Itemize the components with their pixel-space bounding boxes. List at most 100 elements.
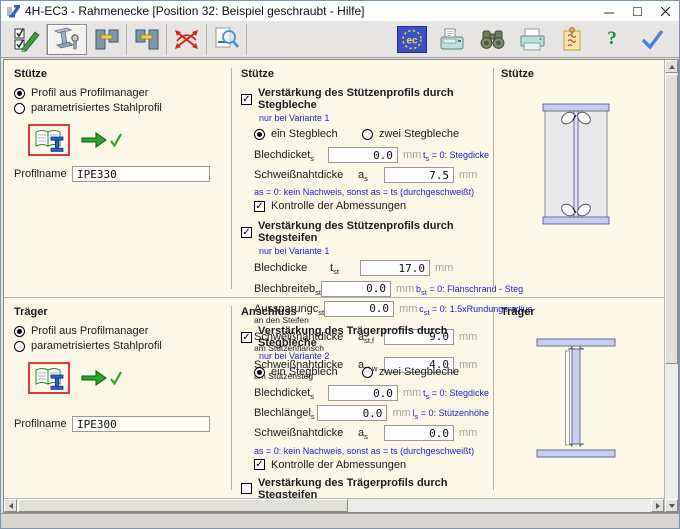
radio-icon[interactable]	[254, 367, 265, 378]
checkbox-label: Kontrolle der Abmessungen	[271, 200, 406, 212]
vertical-scrollbar[interactable]	[664, 60, 678, 512]
help-question-icon: ?	[607, 28, 617, 50]
divider	[231, 68, 232, 289]
profilmanager-button[interactable]	[28, 124, 70, 156]
horizontal-scrollbar[interactable]	[4, 498, 664, 512]
help-button[interactable]: ?	[597, 25, 627, 53]
checkbox-stegsteifen[interactable]: ✓ Verstärkung des Stützenprofils durch S…	[241, 220, 489, 244]
radio-ein-stegblech[interactable]: ein Stegblech	[254, 128, 362, 140]
scroll-right-button[interactable]	[651, 499, 664, 512]
checkbox-stegsteifen[interactable]: Verstärkung des Trägerprofils durch Steg…	[241, 477, 489, 498]
field-label: Blechbreite	[254, 281, 309, 295]
field-row-blechbreite: Blechbreite bst mm bst = 0: Flanschrand …	[254, 281, 489, 297]
checkbox-kontrolle[interactable]: ✓ Kontrolle der Abmessungen	[254, 459, 489, 471]
radio-zwei-stegbleche[interactable]: zwei Stegbleche	[362, 366, 459, 378]
printer-icon	[519, 28, 546, 51]
profilname-label: Profilname	[14, 418, 72, 430]
radio-parametrisiert[interactable]: parametrisiertes Stahlprofil	[14, 102, 226, 114]
field-row-schweissnaht: Schweißnahtdicke as mm	[254, 425, 489, 441]
checkbox-stegbleche[interactable]: ✓ Verstärkung des Stützenprofils durch S…	[241, 87, 489, 111]
radio-icon[interactable]	[254, 129, 265, 140]
blechdicke-ts-input[interactable]	[328, 147, 398, 163]
radio-label: parametrisiertes Stahlprofil	[31, 340, 162, 352]
checkbox-icon[interactable]: ✓	[241, 227, 252, 238]
variant-hint: nur bei Variante 1	[259, 246, 489, 256]
checkbox-icon[interactable]: ✓	[241, 94, 252, 105]
unit-label: mm	[459, 167, 479, 181]
radio-icon[interactable]	[14, 103, 25, 114]
scroll-up-button[interactable]	[665, 60, 678, 73]
radio-label: Profil aus Profilmanager	[31, 87, 148, 99]
print-button[interactable]	[517, 25, 547, 53]
schweissnaht-as-input[interactable]	[384, 167, 454, 183]
field-symbol: as	[358, 425, 384, 441]
as-note: as = 0: kein Nachweis, sonst as = ts (du…	[254, 446, 489, 456]
search-button[interactable]	[477, 25, 507, 53]
radio-icon[interactable]	[14, 341, 25, 352]
field-hint: bst = 0: Flanschrand - Steg	[416, 281, 523, 297]
unit-label: mm	[403, 385, 423, 399]
panel-title: Träger	[501, 306, 659, 318]
blechdicke-tst-input[interactable]	[360, 260, 430, 276]
radio-profilmanager[interactable]: Profil aus Profilmanager	[14, 87, 226, 99]
field-label: Blechdicke	[254, 260, 330, 274]
radio-zwei-stegbleche[interactable]: zwei Stegbleche	[362, 128, 459, 140]
field-label: Schweißnahtdicke	[254, 167, 358, 181]
checklist-edit-button[interactable]	[7, 24, 47, 55]
close-icon	[661, 7, 670, 16]
radio-ein-stegblech[interactable]: ein Stegblech	[254, 366, 362, 378]
titlebar: 4H-EC3 - Rahmenecke [Position 32: Beispi…	[1, 1, 679, 21]
blechdicke-ts-input[interactable]	[328, 385, 398, 401]
checkbox-label: Verstärkung des Stützenprofils durch Ste…	[258, 220, 489, 244]
checkbox-stegbleche[interactable]: ✓ Verstärkung des Trägerprofils durch St…	[241, 325, 489, 349]
radio-profilmanager[interactable]: Profil aus Profilmanager	[14, 325, 226, 337]
radio-icon[interactable]	[362, 367, 373, 378]
radio-parametrisiert[interactable]: parametrisiertes Stahlprofil	[14, 340, 226, 352]
scroll-down-button[interactable]	[665, 499, 678, 512]
profilmanager-button[interactable]	[28, 362, 70, 394]
stuetze-profile-panel: Stütze Profil aus Profilmanager parametr…	[14, 68, 226, 182]
eurocode-button[interactable]: ec	[397, 25, 427, 53]
radio-label: zwei Stegbleche	[379, 366, 459, 378]
checkbox-label: Verstärkung des Trägerprofils durch Steg…	[258, 477, 489, 498]
confirm-button[interactable]	[637, 25, 667, 53]
corner-variant-left-button[interactable]	[87, 24, 127, 55]
up-arrow-icon	[669, 65, 675, 69]
checkbox-icon[interactable]: ✓	[241, 332, 252, 343]
profile-geometry-button[interactable]	[47, 24, 87, 55]
scroll-left-button[interactable]	[4, 499, 17, 512]
red-crossed-arrows-icon	[173, 27, 200, 51]
stuetze-profilname-input[interactable]	[72, 166, 210, 182]
minimize-button[interactable]	[595, 1, 623, 21]
unit-label: mm	[459, 425, 479, 439]
unit-label: mm	[396, 281, 416, 295]
maximize-button[interactable]	[623, 1, 651, 21]
corner-variant-right-button[interactable]	[127, 24, 167, 55]
annotations-button[interactable]	[557, 25, 587, 53]
checkbox-icon[interactable]: ✓	[254, 459, 265, 470]
schweissnaht-as-input[interactable]	[384, 425, 454, 441]
blue-checkmark-icon	[640, 28, 665, 50]
vertical-scroll-thumb[interactable]	[665, 74, 678, 364]
field-row-blechdicke: Blechdicke ts mm ts = 0: Stegdicke	[254, 385, 489, 401]
stuetze-row: Stütze Profil aus Profilmanager parametr…	[4, 60, 664, 297]
close-button[interactable]	[651, 1, 679, 21]
horizontal-scroll-thumb[interactable]	[18, 499, 348, 512]
blechlaenge-ls-input[interactable]	[317, 405, 387, 421]
traeger-profilname-input[interactable]	[72, 416, 210, 432]
radio-icon[interactable]	[362, 129, 373, 140]
photocopier-icon	[439, 27, 466, 52]
checkbox-kontrolle[interactable]: ✓ Kontrolle der Abmessungen	[254, 200, 489, 212]
preview-button[interactable]	[207, 24, 247, 55]
unit-label: mm	[392, 405, 412, 419]
radio-label: zwei Stegbleche	[379, 128, 459, 140]
radio-icon[interactable]	[14, 88, 25, 99]
copy-button[interactable]	[437, 25, 467, 53]
variant-hint: nur bei Variante 1	[259, 113, 489, 123]
field-hint: ls = 0: Stützenhöhe	[412, 405, 489, 421]
radio-icon[interactable]	[14, 326, 25, 337]
blechbreite-bst-input[interactable]	[321, 281, 391, 297]
checkbox-icon[interactable]: ✓	[254, 201, 265, 212]
loads-button[interactable]	[167, 24, 207, 55]
checkbox-icon[interactable]	[241, 483, 252, 494]
